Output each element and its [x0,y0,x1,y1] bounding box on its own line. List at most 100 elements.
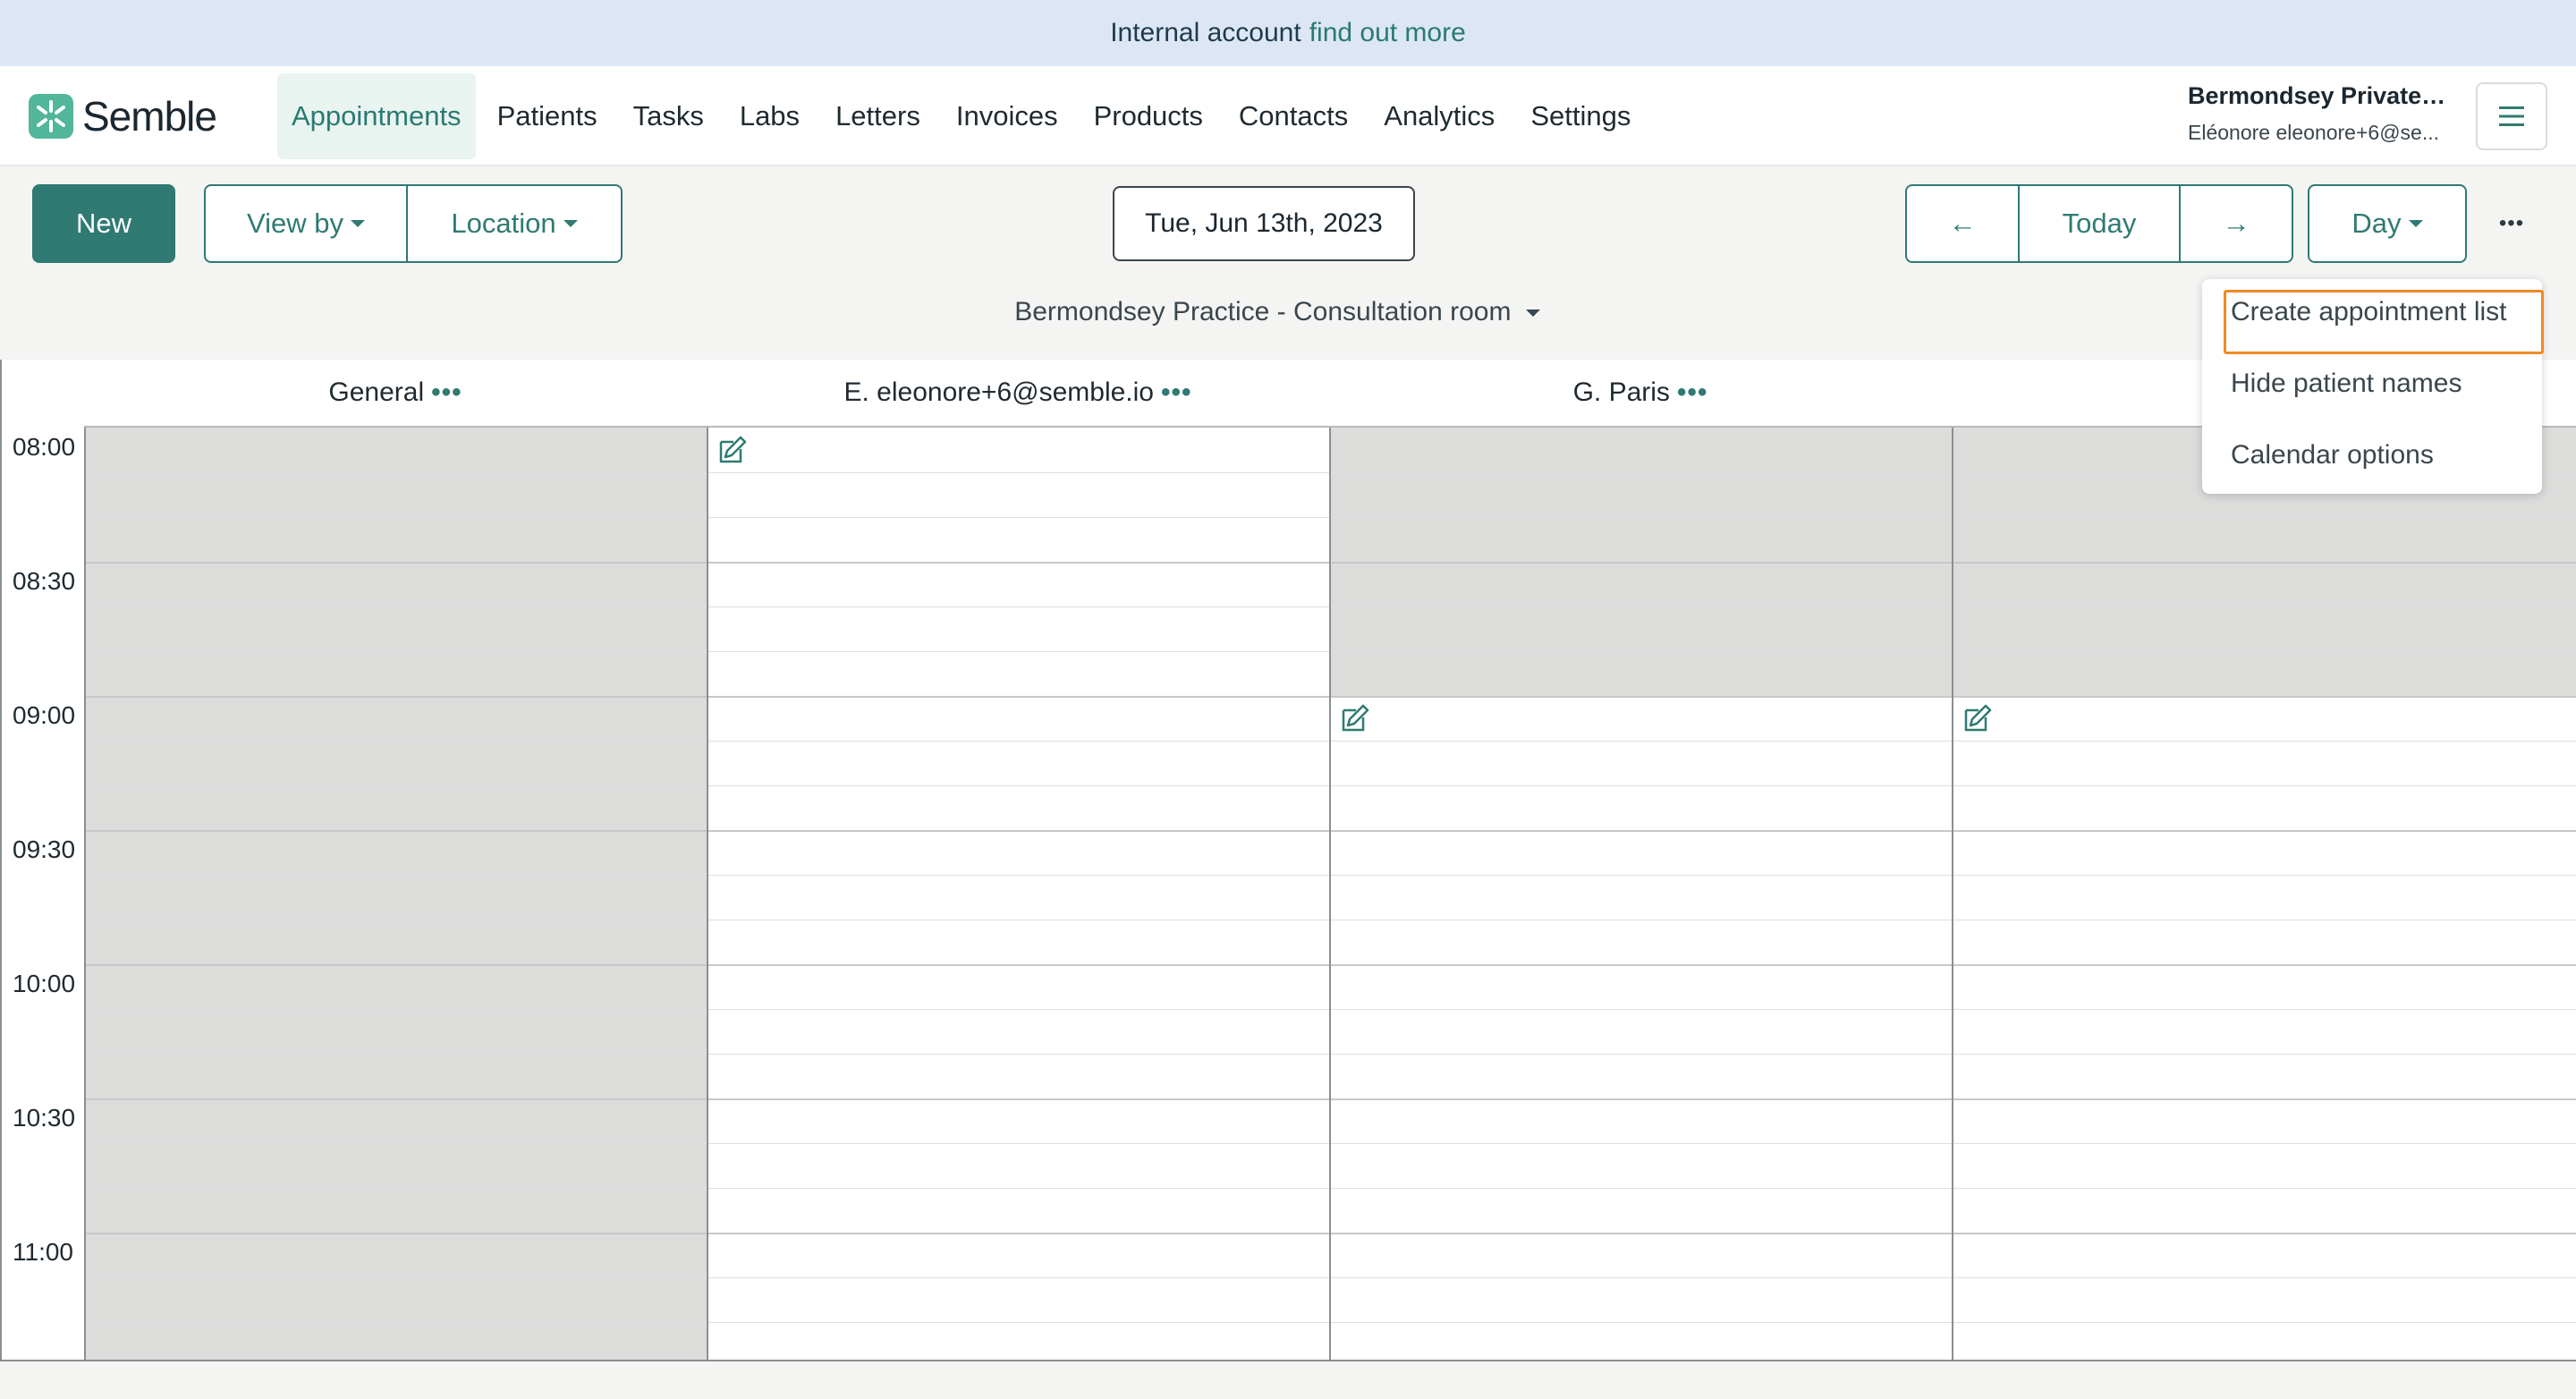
slot-line [1953,1009,2576,1010]
day-view-dropdown[interactable]: Day [2309,186,2465,261]
slot-line [1953,1277,2576,1278]
slot-line [1331,1054,1952,1055]
slot-line [86,1322,707,1323]
more-options-menu: Create appointment list Hide patient nam… [2202,279,2544,494]
nav-invoices[interactable]: Invoices [942,73,1072,159]
slot-line [1953,517,2576,518]
slot-line [1331,830,1952,832]
edit-icon[interactable] [1961,701,1995,735]
internal-account-banner: Internal account find out more [0,0,2576,66]
calendar-options-item[interactable]: Calendar options [2231,440,2434,471]
next-day-button[interactable]: → [2179,186,2292,261]
slot-line [708,741,1329,742]
create-appointment-list-item[interactable]: Create appointment list [2231,297,2507,327]
slot-line [86,1143,707,1144]
slot-line [708,964,1329,966]
banner-text: Internal account [1110,18,1301,47]
slot-line [708,696,1329,698]
slot-line [1331,472,1952,473]
nav-analytics[interactable]: Analytics [1369,73,1509,159]
slot-line [1953,785,2576,786]
today-button[interactable]: Today [2018,186,2179,261]
time-label: 09:30 [13,835,76,863]
slot-line [1953,1098,2576,1100]
top-header: Semble Appointments Patients Tasks Labs … [0,66,2576,166]
column-options-icon[interactable]: ••• [1677,377,1708,407]
more-dots-icon: ••• [2498,211,2525,235]
slot-line [86,1233,707,1234]
column-options-icon[interactable]: ••• [1161,377,1192,407]
semble-logo[interactable]: Semble [29,91,217,141]
column-eleonore[interactable] [707,428,1329,1361]
slot-line [86,696,707,698]
hide-patient-names-item[interactable]: Hide patient names [2231,369,2462,399]
nav-contacts[interactable]: Contacts [1224,73,1362,159]
time-label: 10:30 [13,1104,76,1132]
edit-icon[interactable] [1338,701,1372,735]
time-label: 09:00 [13,701,76,729]
slot-line [1953,830,2576,832]
logo-text: Semble [82,93,217,140]
find-out-more-link[interactable]: find out more [1309,18,1466,48]
slot-line [1953,964,2576,966]
account-switcher[interactable]: Bermondsey Private ... Eléonore eleonore… [2188,82,2447,145]
column-general[interactable] [84,428,707,1361]
slot-line [708,651,1329,652]
slot-line [708,1233,1329,1234]
slot-line [86,651,707,652]
prev-day-button[interactable]: ← [1907,186,2018,261]
view-by-dropdown[interactable]: View by [206,186,406,261]
slot-line [708,785,1329,786]
column-w[interactable] [1952,428,2576,1361]
slot-line [708,1098,1329,1100]
nav-products[interactable]: Products [1080,73,1217,159]
location-selector[interactable]: Bermondsey Practice - Consultation room [0,297,2555,327]
nav-appointments[interactable]: Appointments [277,73,476,159]
slot-line [1331,651,1952,652]
slot-line [1331,741,1952,742]
slot-line [1953,741,2576,742]
slot-line [86,741,707,742]
column-options-icon[interactable]: ••• [431,377,462,407]
caret-down-icon [2408,220,2423,227]
hamburger-menu-button[interactable] [2476,82,2547,150]
slot-line [708,472,1329,473]
main-nav: Appointments Patients Tasks Labs Letters… [277,73,1652,159]
slot-line [1331,1009,1952,1010]
nav-settings[interactable]: Settings [1516,73,1645,159]
caret-down-icon [1525,309,1540,318]
slot-line [86,606,707,607]
nav-patients[interactable]: Patients [483,73,612,159]
new-button[interactable]: New [32,184,175,263]
location-dropdown[interactable]: Location [406,186,621,261]
slot-line [1953,562,2576,564]
slot-line [86,875,707,876]
slot-line [1331,1322,1952,1323]
time-label: 10:00 [13,970,76,997]
slot-line [1331,606,1952,607]
slot-line [1953,1143,2576,1144]
slot-line [86,1009,707,1010]
calendar-grid [84,426,2576,1361]
semble-logo-icon [29,94,73,139]
column-paris[interactable] [1329,428,1952,1361]
date-picker-button[interactable]: Tue, Jun 13th, 2023 [1113,186,1415,261]
caret-down-icon [563,220,578,227]
slot-line [708,1188,1329,1189]
nav-letters[interactable]: Letters [821,73,935,159]
caret-down-icon [351,220,365,227]
column-name: General [328,377,425,407]
edit-icon[interactable] [716,433,750,467]
nav-tasks[interactable]: Tasks [619,73,718,159]
slot-line [1953,1054,2576,1055]
view-location-group: View by Location [204,184,623,263]
slot-line [1953,1188,2576,1189]
column-header-paris: G. Paris ••• [1329,377,1952,408]
nav-labs[interactable]: Labs [725,73,814,159]
slot-line [1331,1098,1952,1100]
slot-line [86,1188,707,1189]
location-name: Bermondsey Practice - Consultation room [1014,297,1512,326]
more-options-button[interactable]: ••• [2490,202,2533,245]
day-calendar: General ••• E. eleonore+6@semble.io ••• G.… [0,360,2576,1361]
view-by-label: View by [247,208,343,239]
